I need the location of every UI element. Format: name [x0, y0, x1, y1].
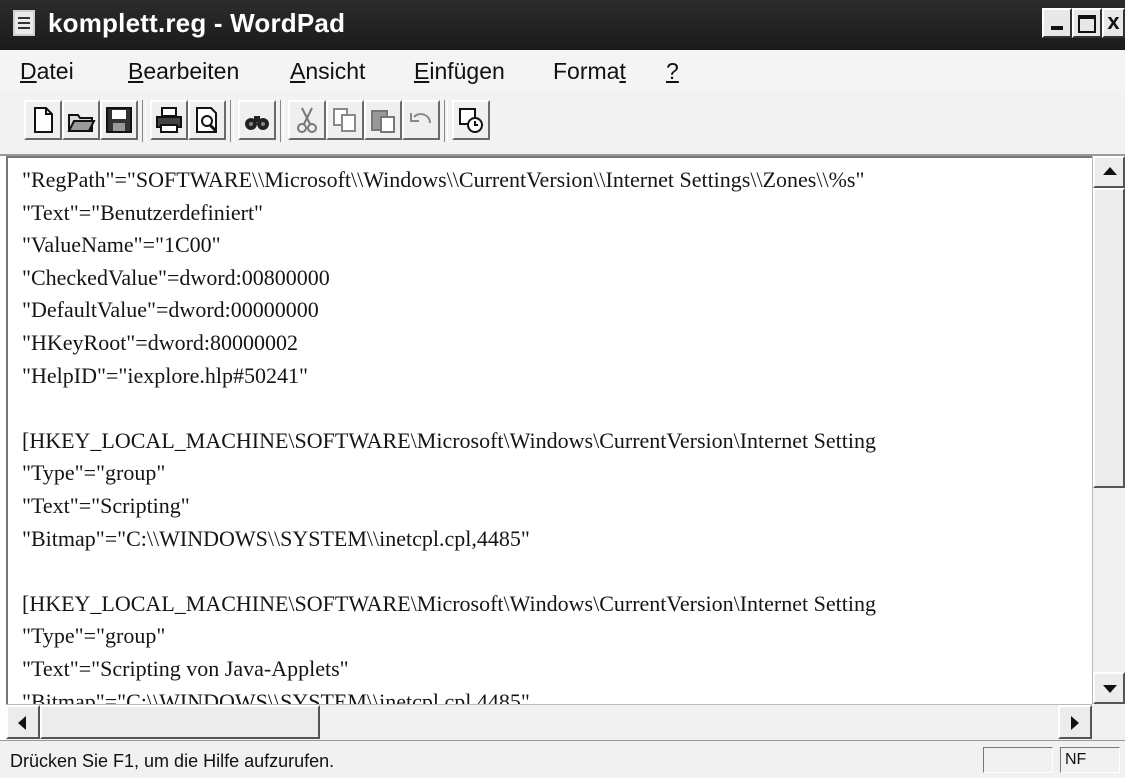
open-icon [67, 114, 96, 132]
toolbar-separator [444, 100, 448, 142]
scrollbar-corner [1092, 704, 1125, 740]
print-preview-button[interactable] [188, 100, 226, 140]
print-button[interactable] [150, 100, 188, 140]
find-icon [245, 116, 269, 130]
undo-icon [410, 113, 431, 124]
copy-button[interactable] [326, 100, 364, 140]
window-title: komplett.reg - WordPad [48, 8, 346, 38]
wordpad-app-icon[interactable] [13, 10, 35, 36]
document-line: "Bitmap"="C:\\WINDOWS\\SYSTEM\\inetcpl.c… [22, 525, 530, 551]
menu-help[interactable]: ? [666, 58, 679, 85]
toolbar-separator [142, 100, 146, 142]
menu-ansicht[interactable]: Ansicht [290, 58, 365, 85]
menu-datei[interactable]: Datei [20, 58, 74, 85]
menu-bearbeiten[interactable]: Bearbeiten [128, 58, 239, 85]
document-line: "Text"="Scripting von Java-Applets" [22, 655, 349, 681]
document-line: [HKEY_LOCAL_MACHINE\SOFTWARE\Microsoft\W… [22, 427, 876, 453]
insert-date-time-icon [459, 108, 483, 133]
menu-format[interactable]: Format [553, 58, 626, 85]
vertical-scrollbar[interactable] [1092, 156, 1125, 704]
title-bar[interactable]: komplett.reg - WordPad x [0, 0, 1125, 50]
save-icon [106, 107, 132, 133]
document-line: "Type"="group" [22, 623, 166, 649]
scroll-up-button[interactable] [1093, 156, 1125, 188]
horizontal-scroll-thumb[interactable] [40, 705, 320, 739]
close-button[interactable]: x [1102, 8, 1125, 38]
document-line: "Text"="Scripting" [22, 492, 190, 518]
num-lock-indicator: NF [1060, 747, 1120, 773]
status-panel [983, 747, 1053, 773]
cut-icon [297, 107, 317, 133]
undo-button[interactable] [402, 100, 440, 140]
print-icon [156, 107, 182, 133]
document-line: "Bitmap"="C:\\WINDOWS\\SYSTEM\\inetcpl.c… [22, 688, 530, 705]
status-text: Drücken Sie F1, um die Hilfe aufzurufen. [10, 751, 335, 771]
scroll-right-button[interactable] [1058, 705, 1092, 739]
toolbar [0, 92, 1125, 156]
document-line: "ValueName"="1C00" [22, 232, 221, 258]
scroll-left-button[interactable] [6, 705, 40, 739]
scroll-down-button[interactable] [1093, 672, 1125, 704]
document-line: "DefaultValue"=dword:00000000 [22, 297, 319, 323]
menu-einfuegen[interactable]: Einfügen [414, 58, 505, 85]
vertical-scroll-thumb[interactable] [1093, 188, 1125, 488]
horizontal-scrollbar[interactable] [6, 704, 1092, 740]
document-line: "RegPath"="SOFTWARE\\Microsoft\\Windows\… [22, 167, 865, 192]
status-bar: Drücken Sie F1, um die Hilfe aufzurufen.… [0, 740, 1125, 778]
document-line: [HKEY_LOCAL_MACHINE\SOFTWARE\Microsoft\W… [22, 590, 876, 616]
toolbar-separator [280, 100, 284, 142]
maximize-icon [1078, 15, 1096, 33]
save-button[interactable] [100, 100, 138, 140]
minimize-button[interactable] [1042, 8, 1072, 38]
document-line: "HelpID"="iexplore.hlp#50241" [22, 362, 308, 388]
paste-icon [371, 110, 395, 133]
new-icon [34, 107, 53, 133]
open-button[interactable] [62, 100, 100, 140]
insert-date-time-button[interactable] [452, 100, 490, 140]
maximize-button[interactable] [1072, 8, 1102, 38]
cut-button[interactable] [288, 100, 326, 140]
document-line: "Text"="Benutzerdefiniert" [22, 199, 264, 225]
menu-bar: Datei Bearbeiten Ansicht Einfügen Format… [0, 50, 1125, 92]
print-preview-icon [196, 107, 218, 133]
document-area[interactable]: "RegPath"="SOFTWARE\\Microsoft\\Windows\… [6, 156, 1092, 704]
find-button[interactable] [238, 100, 276, 140]
document-line: "Type"="group" [22, 460, 166, 486]
paste-button[interactable] [364, 100, 402, 140]
minimize-icon [1051, 26, 1063, 30]
document-line: "HKeyRoot"=dword:80000002 [22, 329, 299, 355]
new-button[interactable] [24, 100, 62, 140]
document-line: "CheckedValue"=dword:00800000 [22, 264, 330, 290]
document-text: "RegPath"="SOFTWARE\\Microsoft\\Windows\… [22, 164, 876, 704]
copy-icon [333, 108, 356, 132]
toolbar-separator [230, 100, 234, 142]
